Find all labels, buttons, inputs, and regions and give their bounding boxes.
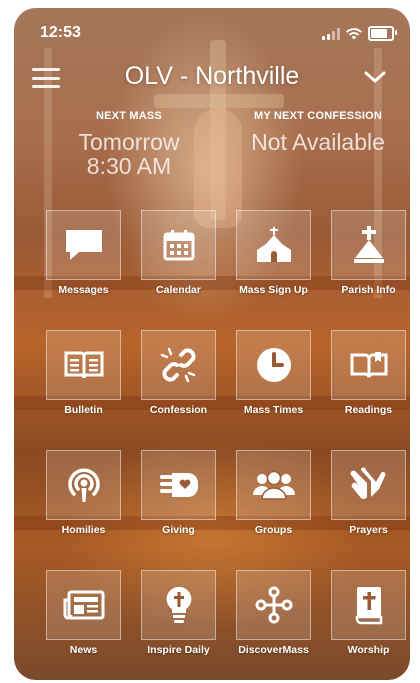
tile-label: Mass Times xyxy=(243,404,304,416)
next-confession-label: MY NEXT CONFESSION xyxy=(253,110,383,122)
next-mass-label: NEXT MASS xyxy=(96,110,162,122)
open-book-icon xyxy=(350,352,387,378)
tile-inspire-daily[interactable]: Inspire Daily xyxy=(131,570,226,656)
podcast-icon xyxy=(67,468,100,502)
next-mass-day: Tomorrow xyxy=(78,129,180,155)
church-icon xyxy=(256,227,291,262)
tile-parish-info[interactable]: Parish Info xyxy=(321,210,410,296)
tile-label: Bulletin xyxy=(64,404,103,416)
tile-news-box xyxy=(46,570,121,640)
next-mass-time: 8:30 AM xyxy=(86,153,172,179)
tile-label: Groups xyxy=(254,524,293,536)
next-confession-panel[interactable]: MY NEXT CONFESSION Not Available xyxy=(234,110,402,154)
tile-label: Prayers xyxy=(349,524,388,536)
tile-messages[interactable]: Messages xyxy=(36,210,131,296)
tile-inspire-daily-box xyxy=(141,570,216,640)
tile-label: Mass Sign Up xyxy=(239,284,308,296)
tile-mass-sign-up[interactable]: Mass Sign Up xyxy=(226,210,321,296)
tile-worship[interactable]: Worship xyxy=(321,570,410,656)
tile-calendar-box xyxy=(141,210,216,280)
newspaper-icon xyxy=(63,590,104,620)
tile-messages-box xyxy=(46,210,121,280)
bible-icon xyxy=(355,587,382,625)
tile-homilies[interactable]: Homilies xyxy=(36,450,131,536)
broken-chain-icon xyxy=(160,347,196,383)
tile-giving-box xyxy=(141,450,216,520)
tile-label: DiscoverMass xyxy=(238,644,309,656)
menu-icon xyxy=(32,68,60,71)
tile-bulletin-box xyxy=(46,330,121,400)
tile-giving[interactable]: Giving xyxy=(131,450,226,536)
status-time: 12:53 xyxy=(40,24,81,41)
tile-mass-times-box xyxy=(236,330,311,400)
tile-discover-mass-box xyxy=(236,570,311,640)
tile-calendar[interactable]: Calendar xyxy=(131,210,226,296)
app-screen: 12:53 OLV - Northville NEXT MASS Tomorro… xyxy=(14,8,410,680)
tile-parish-info-box xyxy=(331,210,406,280)
tile-label: Confession xyxy=(149,404,208,416)
tile-readings-box xyxy=(331,330,406,400)
tile-readings[interactable]: Readings xyxy=(321,330,410,416)
giving-hand-icon xyxy=(159,473,198,497)
praying-hands-icon xyxy=(350,467,385,499)
tile-label: Homilies xyxy=(61,524,106,536)
signal-icon xyxy=(322,27,340,40)
tile-mass-sign-up-box xyxy=(236,210,311,280)
next-mass-panel[interactable]: NEXT MASS Tomorrow 8:30 AM xyxy=(54,110,204,178)
tile-prayers-box xyxy=(331,450,406,520)
tile-label: Inspire Daily xyxy=(147,644,210,656)
tile-worship-box xyxy=(331,570,406,640)
tile-label: Messages xyxy=(58,284,109,296)
tile-groups-box xyxy=(236,450,311,520)
menu-button[interactable] xyxy=(32,68,60,88)
tile-discover-mass[interactable]: DiscoverMass xyxy=(226,570,321,656)
tile-mass-times[interactable]: Mass Times xyxy=(226,330,321,416)
groups-icon xyxy=(252,470,295,500)
tile-label: Calendar xyxy=(156,284,201,296)
tile-label: Giving xyxy=(162,524,195,536)
tile-label: News xyxy=(69,644,98,656)
tile-confession[interactable]: Confession xyxy=(131,330,226,416)
crucifix-background xyxy=(154,94,284,108)
bulletin-book-icon xyxy=(64,351,103,379)
message-bubble-icon xyxy=(65,230,102,260)
wifi-icon xyxy=(346,27,362,39)
parish-info-icon xyxy=(353,226,384,263)
tile-groups[interactable]: Groups xyxy=(226,450,321,536)
next-confession-value: Not Available xyxy=(251,129,385,155)
tile-prayers[interactable]: Prayers xyxy=(321,450,410,536)
status-icons xyxy=(322,26,397,41)
tile-bulletin[interactable]: Bulletin xyxy=(36,330,131,416)
tile-homilies-box xyxy=(46,450,121,520)
clock-icon xyxy=(256,348,291,382)
battery-icon xyxy=(368,26,397,41)
tile-label: Worship xyxy=(347,644,390,656)
discover-mass-icon xyxy=(255,586,292,624)
status-bar: 12:53 xyxy=(14,24,410,48)
tile-label: Parish Info xyxy=(341,284,396,296)
tile-label: Readings xyxy=(344,404,393,416)
lightbulb-cross-icon xyxy=(166,586,191,623)
chevron-down-icon[interactable] xyxy=(362,66,388,88)
tile-confession-box xyxy=(141,330,216,400)
calendar-icon xyxy=(163,230,194,261)
tile-news[interactable]: News xyxy=(36,570,131,656)
page-title: OLV - Northville xyxy=(124,62,300,90)
